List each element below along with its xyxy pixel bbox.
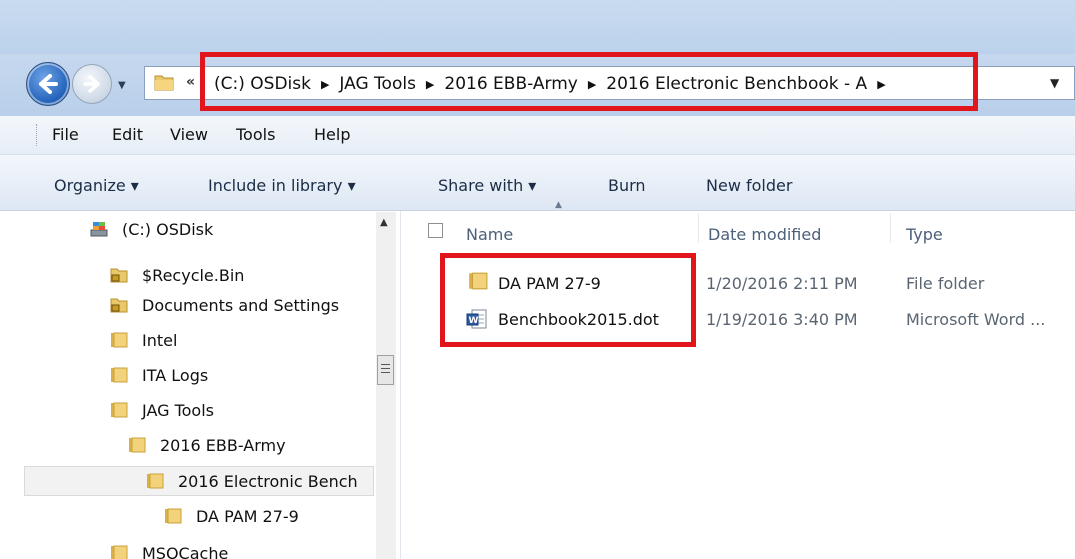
title-bar bbox=[0, 0, 1075, 54]
sort-ascending-icon: ▲ bbox=[555, 200, 562, 210]
burn-button[interactable]: Burn bbox=[608, 176, 646, 195]
tree-item-intel[interactable]: Intel bbox=[110, 325, 177, 355]
locked-folder-icon bbox=[110, 298, 128, 313]
highlight-box-files bbox=[440, 253, 696, 347]
column-divider[interactable] bbox=[890, 213, 891, 243]
menu-file[interactable]: File bbox=[52, 125, 79, 144]
tree-item-msocache[interactable]: MSOCache bbox=[110, 538, 228, 559]
organize-button[interactable]: Organize ▾ bbox=[54, 176, 139, 195]
command-bar bbox=[0, 155, 1075, 211]
folder-icon bbox=[165, 508, 182, 524]
scroll-up-icon[interactable]: ▲ bbox=[380, 217, 388, 228]
tree-label: $Recycle.Bin bbox=[142, 265, 245, 285]
file-type: Microsoft Word ... bbox=[906, 310, 1046, 329]
back-arrow-icon bbox=[39, 74, 58, 94]
folder-icon bbox=[129, 437, 146, 453]
folder-icon bbox=[111, 545, 128, 559]
folder-icon bbox=[111, 402, 128, 418]
tree-label: Intel bbox=[142, 330, 178, 350]
folder-icon bbox=[154, 75, 174, 91]
tree-item-2016-electronic-bench[interactable]: 2016 Electronic Bench bbox=[146, 466, 358, 496]
menu-edit[interactable]: Edit bbox=[112, 125, 143, 144]
menu-help[interactable]: Help bbox=[314, 125, 350, 144]
tree-label: 2016 Electronic Bench bbox=[178, 471, 358, 491]
tree-label: ITA Logs bbox=[142, 365, 209, 385]
column-header-name[interactable]: Name bbox=[466, 225, 513, 244]
recent-pages-dropdown[interactable]: ▼ bbox=[118, 80, 126, 91]
tree-item-ita-logs[interactable]: ITA Logs bbox=[110, 360, 208, 390]
file-date: 1/20/2016 2:11 PM bbox=[706, 274, 858, 293]
locked-folder-icon bbox=[110, 268, 128, 283]
menu-tools[interactable]: Tools bbox=[236, 125, 275, 144]
menu-view[interactable]: View bbox=[170, 125, 208, 144]
explorer-window: ▼ « (C:) OSDisk ▶ JAG Tools ▶ 2016 EBB-A… bbox=[0, 0, 1075, 559]
overflow-chevron-icon[interactable]: « bbox=[186, 74, 195, 90]
tree-label: JAG Tools bbox=[142, 400, 214, 420]
include-in-library-button[interactable]: Include in library ▾ bbox=[208, 176, 356, 195]
tree-item-documents-and-settings[interactable]: Documents and Settings bbox=[110, 290, 339, 320]
tree-item-recycle-bin[interactable]: $Recycle.Bin bbox=[110, 260, 244, 290]
forward-arrow-icon bbox=[83, 75, 100, 93]
file-type: File folder bbox=[906, 274, 985, 293]
tree-item-2016-ebb-army[interactable]: 2016 EBB-Army bbox=[128, 430, 286, 460]
tree-label: (C:) OSDisk bbox=[122, 219, 214, 239]
scrollbar-thumb[interactable] bbox=[377, 355, 394, 385]
tree-item-osdisk[interactable]: (C:) OSDisk bbox=[90, 214, 213, 244]
column-header-type[interactable]: Type bbox=[906, 225, 943, 244]
column-divider[interactable] bbox=[698, 213, 699, 243]
share-with-button[interactable]: Share with ▾ bbox=[438, 176, 536, 195]
tree-item-da-pam-27-9[interactable]: DA PAM 27-9 bbox=[164, 501, 299, 531]
new-folder-button[interactable]: New folder bbox=[706, 176, 792, 195]
address-dropdown-icon[interactable]: ▼ bbox=[1050, 76, 1059, 90]
file-date: 1/19/2016 3:40 PM bbox=[706, 310, 858, 329]
tree-label: 2016 EBB-Army bbox=[160, 435, 286, 455]
forward-button[interactable] bbox=[72, 64, 112, 104]
folder-icon bbox=[111, 367, 128, 383]
tree-label: Documents and Settings bbox=[142, 295, 340, 315]
select-all-checkbox[interactable] bbox=[428, 223, 443, 238]
folder-icon bbox=[147, 473, 164, 489]
menu-bar bbox=[0, 116, 1075, 155]
highlight-box-address bbox=[200, 52, 978, 111]
drive-icon bbox=[90, 222, 108, 237]
column-header-date-modified[interactable]: Date modified bbox=[708, 225, 821, 244]
back-button[interactable] bbox=[26, 62, 70, 106]
tree-label: MSOCache bbox=[142, 543, 229, 559]
tree-item-jag-tools[interactable]: JAG Tools bbox=[110, 395, 214, 425]
tree-label: DA PAM 27-9 bbox=[196, 506, 299, 526]
navigation-scrollbar[interactable] bbox=[376, 212, 396, 559]
folder-icon bbox=[111, 332, 128, 348]
